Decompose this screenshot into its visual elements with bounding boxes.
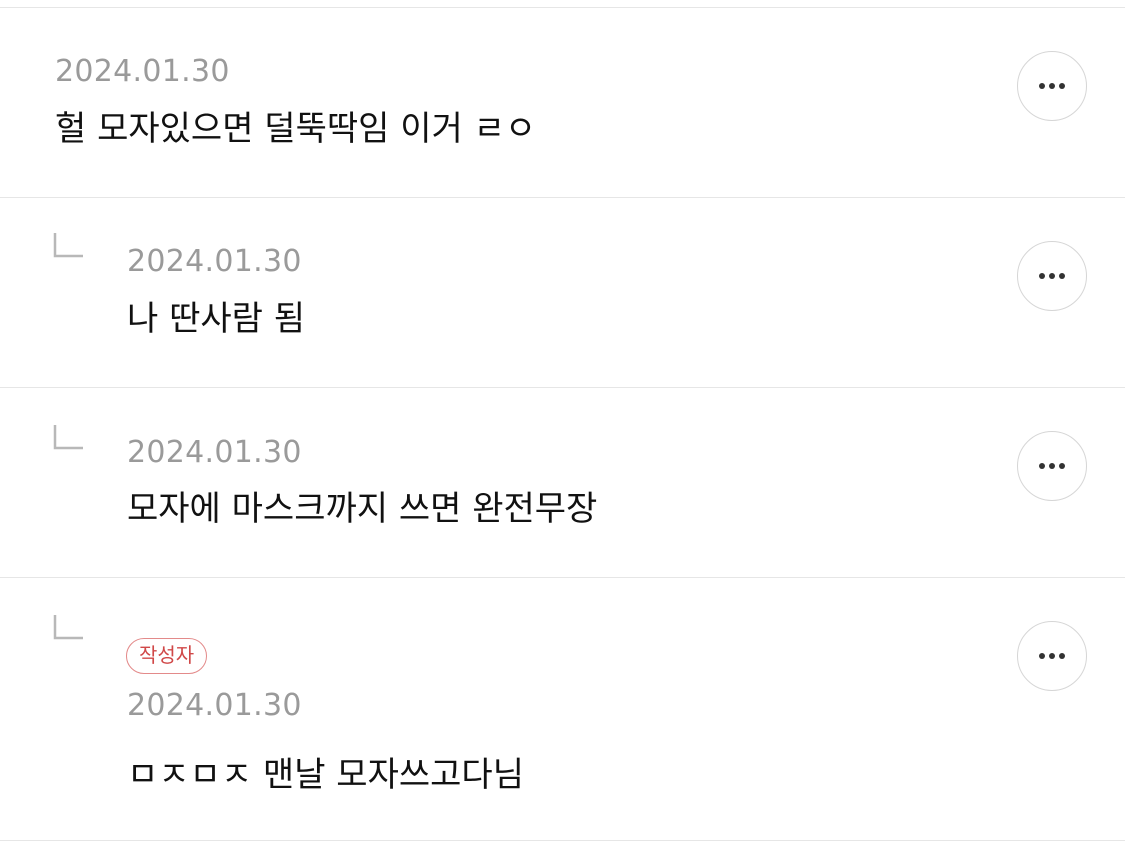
more-options-button[interactable] <box>1017 621 1087 691</box>
divider <box>0 840 1125 841</box>
ellipsis-icon <box>1039 83 1065 89</box>
comment-text: ㅁㅈㅁㅈ 맨날 모자쓰고다님 <box>127 755 524 795</box>
comment-item: 2024.01.30 헐 모자있으면 덜뚝딱임 이거 ㄹㅇ <box>0 0 1125 197</box>
comment-reply-item: 2024.01.30 모자에 마스크까지 쓰면 완전무장 <box>0 388 1125 577</box>
comment-date: 2024.01.30 <box>127 688 302 723</box>
comment-list: 2024.01.30 헐 모자있으면 덜뚝딱임 이거 ㄹㅇ 2024.01.30… <box>0 0 1125 849</box>
reply-arrow-icon <box>53 615 83 640</box>
reply-arrow-icon <box>53 425 83 450</box>
comment-text: 모자에 마스크까지 쓰면 완전무장 <box>127 489 598 529</box>
comment-reply-item: 작성자 2024.01.30 ㅁㅈㅁㅈ 맨날 모자쓰고다님 <box>0 578 1125 840</box>
ellipsis-icon <box>1039 463 1065 469</box>
comment-text: 나 딴사람 됨 <box>127 299 306 339</box>
comment-text: 헐 모자있으면 덜뚝딱임 이거 ㄹㅇ <box>55 109 537 149</box>
comment-date: 2024.01.30 <box>55 54 230 89</box>
more-options-button[interactable] <box>1017 241 1087 311</box>
comment-date: 2024.01.30 <box>127 244 302 279</box>
comment-reply-item: 2024.01.30 나 딴사람 됨 <box>0 198 1125 387</box>
ellipsis-icon <box>1039 653 1065 659</box>
more-options-button[interactable] <box>1017 51 1087 121</box>
reply-arrow-icon <box>53 233 83 258</box>
ellipsis-icon <box>1039 273 1065 279</box>
more-options-button[interactable] <box>1017 431 1087 501</box>
comment-date: 2024.01.30 <box>127 435 302 470</box>
author-badge: 작성자 <box>126 638 208 674</box>
